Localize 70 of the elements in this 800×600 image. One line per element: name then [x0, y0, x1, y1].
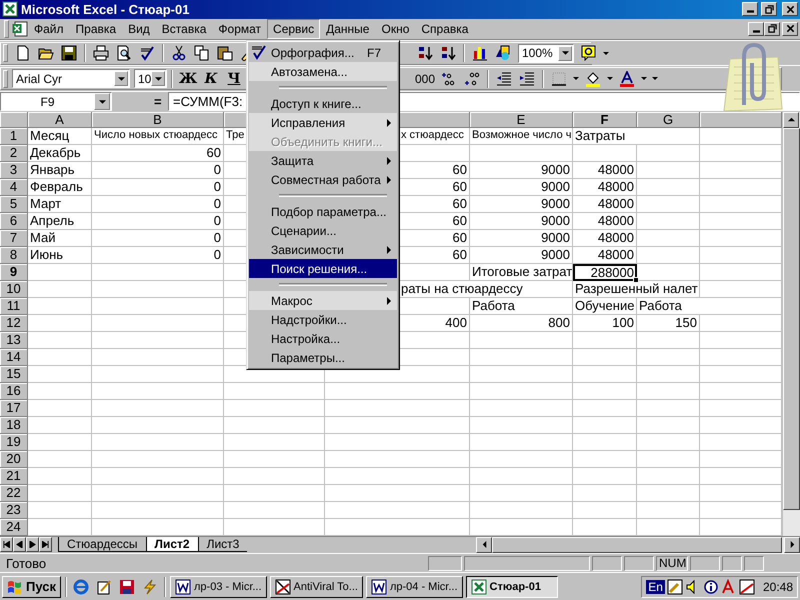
cell-text: 0	[214, 247, 221, 262]
cell-text: 100	[612, 315, 634, 330]
cell-text: Обучение	[575, 298, 634, 314]
menu-item-label: Защита	[271, 154, 314, 168]
cell-text: 0	[214, 162, 221, 178]
cell-text: 60	[452, 179, 467, 194]
menu-item-label: Макрос	[271, 294, 312, 308]
menu-item-label: Автозамена...	[271, 64, 348, 78]
num-lock-indicator: NUM	[656, 556, 688, 571]
cell-text: 0	[214, 179, 221, 194]
menu-item-label: Подбор параметра...	[271, 204, 386, 218]
cell-text: 60	[452, 213, 467, 228]
cell-text: 48000	[598, 230, 634, 246]
cell-text: Месяц	[30, 128, 70, 144]
cell-text: Апрель	[30, 213, 74, 228]
cell-text: 48000	[598, 162, 634, 178]
menu-item-label: Настройка...	[271, 332, 340, 346]
menu-item-label: Орфография...	[271, 46, 354, 60]
menu-item-label: Доступ к книге...	[271, 96, 362, 110]
cell-text: Итоговые затрат	[472, 264, 572, 280]
cell-text: Затраты	[575, 128, 626, 144]
cell-text: 60	[452, 247, 467, 262]
cell-text: 0	[214, 213, 221, 228]
cell-text: Декабрь	[30, 145, 81, 160]
shortcut-text: F7	[366, 46, 382, 60]
cell-text: 48000	[598, 213, 634, 228]
menu-item-label: Исправления	[271, 116, 346, 130]
cell-text: 60	[452, 196, 467, 212]
cell-text: 9000	[541, 213, 570, 228]
cell-text: 9000	[541, 179, 570, 194]
cell-text: 48000	[598, 196, 634, 212]
cell-text: 9000	[541, 196, 570, 212]
cell-text: раты на стюардессу	[401, 281, 523, 296]
cell-text: 400	[445, 315, 467, 330]
cell-text: Работа	[639, 298, 682, 314]
cell-text: Разрешенный налет	[575, 281, 698, 296]
cell-text: 9000	[541, 162, 570, 178]
clock: 20:48	[762, 580, 793, 594]
equals-sign: =	[154, 94, 163, 110]
cell-text: 9000	[541, 247, 570, 262]
menu-item-label: Сценарии...	[271, 224, 336, 238]
cell-text: 60	[452, 230, 467, 246]
cell-text: 150	[675, 315, 697, 330]
cell-text: х стюардесс	[401, 128, 464, 144]
cell-text: 60	[452, 162, 467, 178]
cell-text: Март	[30, 196, 62, 212]
cell-text: 288000	[590, 264, 634, 280]
cell-text: 48000	[598, 179, 634, 194]
cell-text: Февраль	[30, 179, 83, 194]
cell-text: Возможное число ч	[472, 128, 572, 144]
cell-text: Май	[30, 230, 56, 246]
menu-item-label: Совместная работа	[271, 172, 381, 186]
cell-text: 9000	[541, 230, 570, 246]
cell-text: 0	[214, 230, 221, 246]
menu-item-label: Надстройки...	[271, 312, 347, 326]
window-title: Microsoft Excel - Стюар-01	[21, 2, 190, 17]
cell-text: Июнь	[30, 247, 64, 262]
cell-text: Январь	[30, 162, 75, 178]
cell-text: Тре	[226, 128, 244, 144]
cell-text: 60	[206, 145, 221, 160]
status-text: Готово	[5, 556, 48, 571]
cell-text: 0	[214, 196, 221, 212]
menu-item-label: Зависимости	[271, 242, 344, 256]
cell-text: Число новых стюардесс	[94, 128, 218, 144]
menu-item-label: Поиск решения...	[271, 262, 368, 276]
menu-item-label: Объединить книги...	[271, 134, 382, 148]
menu-item-label: Параметры...	[271, 350, 345, 364]
cell-text: Работа	[472, 298, 515, 314]
cell-text: 800	[548, 315, 570, 330]
cell-text: 48000	[598, 247, 634, 262]
